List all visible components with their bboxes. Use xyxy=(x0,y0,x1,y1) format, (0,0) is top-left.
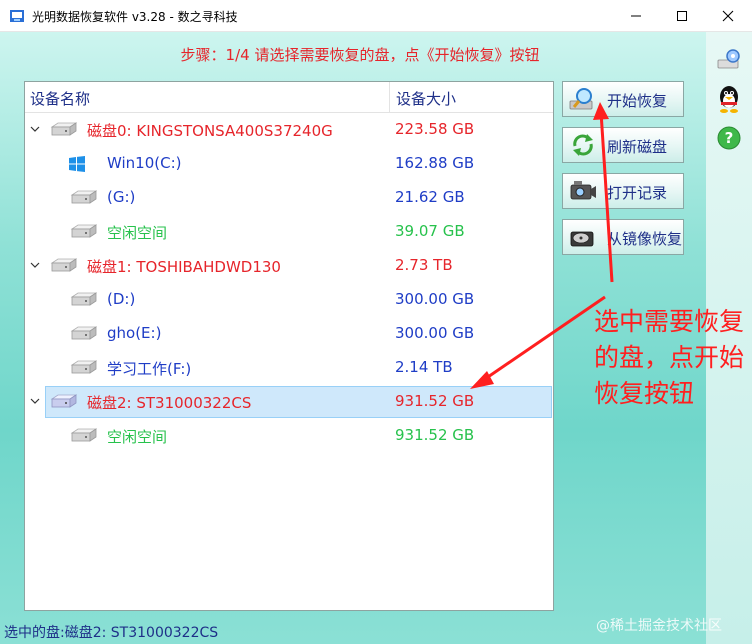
minimize-icon xyxy=(631,15,641,16)
arrow-head-icon xyxy=(593,102,609,120)
maximize-icon xyxy=(677,10,687,21)
svg-text:?: ? xyxy=(725,129,734,147)
window-title: 光明数据恢复软件 v3.28 - 数之寻科技 xyxy=(32,10,238,24)
minimize-button[interactable] xyxy=(613,0,659,31)
close-button[interactable] xyxy=(705,0,751,31)
maximize-button[interactable] xyxy=(659,0,705,31)
watermark: @稀土掘金技术社区 xyxy=(596,618,722,634)
arrow-to-selected-disk xyxy=(484,295,606,381)
settings-gear-icon[interactable] xyxy=(716,46,744,72)
arrow-to-start-button xyxy=(599,111,614,283)
annotation-text: 选中需要恢复的盘，点开始恢复按钮 xyxy=(594,307,745,408)
status-bar-selected: 选中的盘:磁盘2: ST31000322CS xyxy=(4,625,219,641)
app-icon xyxy=(10,10,24,22)
qq-penguin-icon[interactable] xyxy=(716,84,742,114)
close-icon xyxy=(722,10,734,21)
client-area: 步骤：1/4 请选择需要恢复的盘，点《开始恢复》按钮 设备名称 设备大小 磁盘0… xyxy=(0,32,752,644)
title-bar: 光明数据恢复软件 v3.28 - 数之寻科技 xyxy=(0,0,752,32)
help-question-icon[interactable]: ? xyxy=(717,126,741,150)
